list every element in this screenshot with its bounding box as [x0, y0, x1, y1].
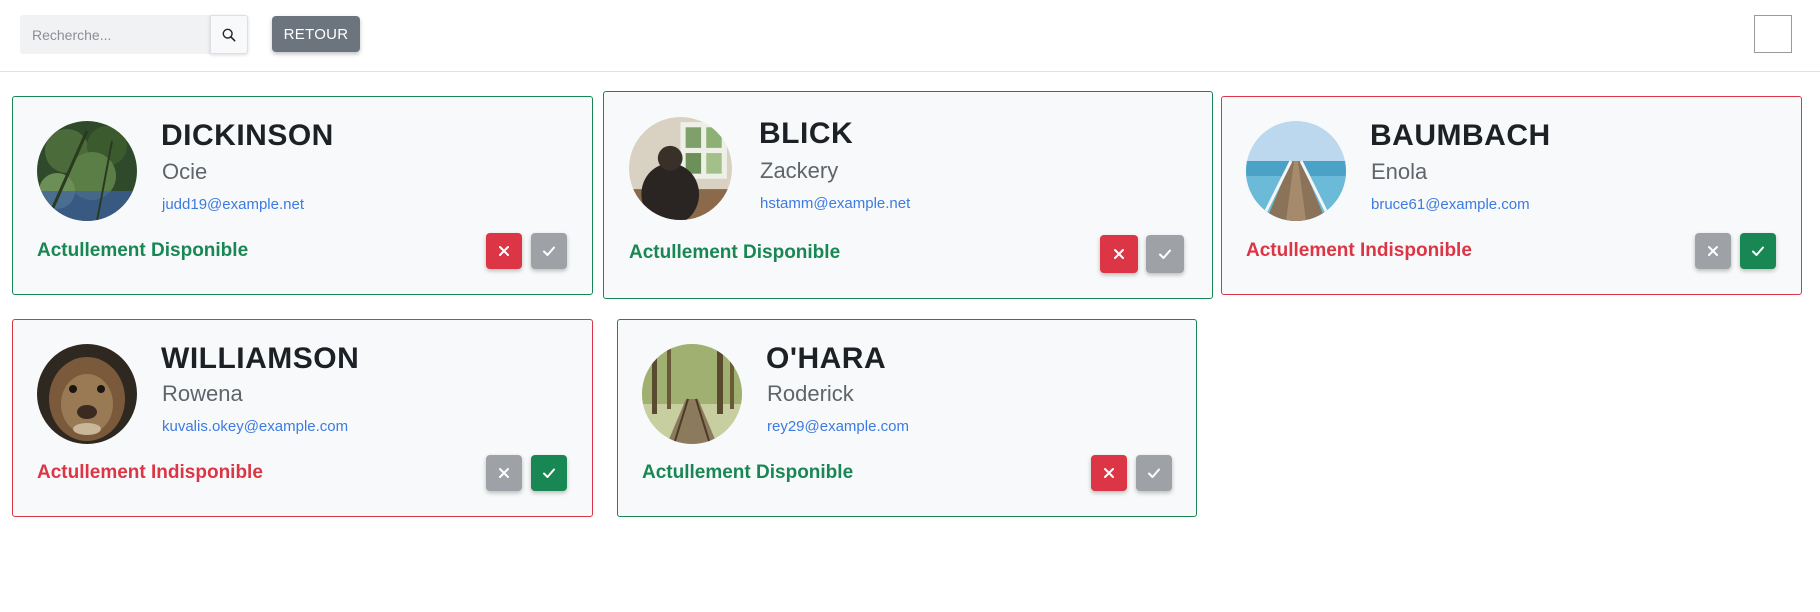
accept-button[interactable]: [1740, 233, 1776, 269]
availability-status: Actullement Indisponible: [1246, 240, 1472, 261]
email-link[interactable]: kuvalis.okey@example.com: [162, 418, 348, 435]
first-name: Ocie: [162, 159, 208, 184]
availability-status: Actullement Indisponible: [37, 462, 263, 483]
accept-button[interactable]: [1136, 455, 1172, 491]
profile-photo: [37, 344, 137, 444]
availability-status: Actullement Disponible: [629, 242, 841, 263]
last-name: BLICK: [759, 117, 854, 150]
check-icon: [543, 468, 555, 478]
reject-button[interactable]: [1695, 233, 1731, 269]
email-link[interactable]: bruce61@example.com: [1371, 196, 1530, 213]
search-group: [20, 15, 248, 54]
reject-button[interactable]: [1100, 235, 1138, 273]
check-icon: [1159, 249, 1171, 259]
user-avatar-image[interactable]: [1754, 15, 1792, 53]
accept-button[interactable]: [1146, 235, 1184, 273]
email-link[interactable]: judd19@example.net: [162, 196, 304, 213]
retour-button[interactable]: RETOUR: [272, 16, 360, 52]
email-link[interactable]: rey29@example.com: [767, 418, 909, 435]
first-name: Zackery: [760, 158, 839, 183]
last-name: WILLIAMSON: [161, 342, 360, 375]
last-name: O'HARA: [766, 342, 887, 375]
profile-card: WILLIAMSON Rowena kuvalis.okey@example.c…: [12, 319, 593, 517]
check-icon: [543, 246, 555, 256]
email-link[interactable]: hstamm@example.net: [760, 195, 910, 212]
search-input[interactable]: [20, 15, 210, 54]
close-icon: [1114, 249, 1124, 259]
first-name: Rowena: [162, 381, 243, 406]
availability-status: Actullement Disponible: [642, 462, 854, 483]
check-icon: [1148, 468, 1160, 478]
close-icon: [499, 246, 509, 256]
profile-card: BLICK Zackery hstamm@example.net Actulle…: [603, 91, 1213, 299]
profile-photo: [629, 117, 732, 220]
last-name: BAUMBACH: [1370, 119, 1551, 152]
profile-card: O'HARA Roderick rey29@example.com Actull…: [617, 319, 1197, 517]
reject-button[interactable]: [486, 455, 522, 491]
top-bar: RETOUR: [0, 0, 1820, 72]
profile-photo: [1246, 121, 1346, 221]
profile-photo: [642, 344, 742, 444]
close-icon: [1104, 468, 1114, 478]
availability-status: Actullement Disponible: [37, 240, 249, 261]
search-button[interactable]: [210, 15, 248, 54]
accept-button[interactable]: [531, 233, 567, 269]
search-icon: [222, 28, 236, 41]
first-name: Enola: [1371, 159, 1428, 184]
reject-button[interactable]: [1091, 455, 1127, 491]
close-icon: [499, 468, 509, 478]
check-icon: [1752, 246, 1764, 256]
profile-card: BAUMBACH Enola bruce61@example.com Actul…: [1221, 96, 1802, 295]
first-name: Roderick: [767, 381, 854, 406]
last-name: DICKINSON: [161, 119, 334, 152]
profile-card: DICKINSON Ocie judd19@example.net Actull…: [12, 96, 593, 295]
profile-photo: [37, 121, 137, 221]
accept-button[interactable]: [531, 455, 567, 491]
reject-button[interactable]: [486, 233, 522, 269]
close-icon: [1708, 246, 1718, 256]
scrollbar[interactable]: [1804, 72, 1820, 612]
